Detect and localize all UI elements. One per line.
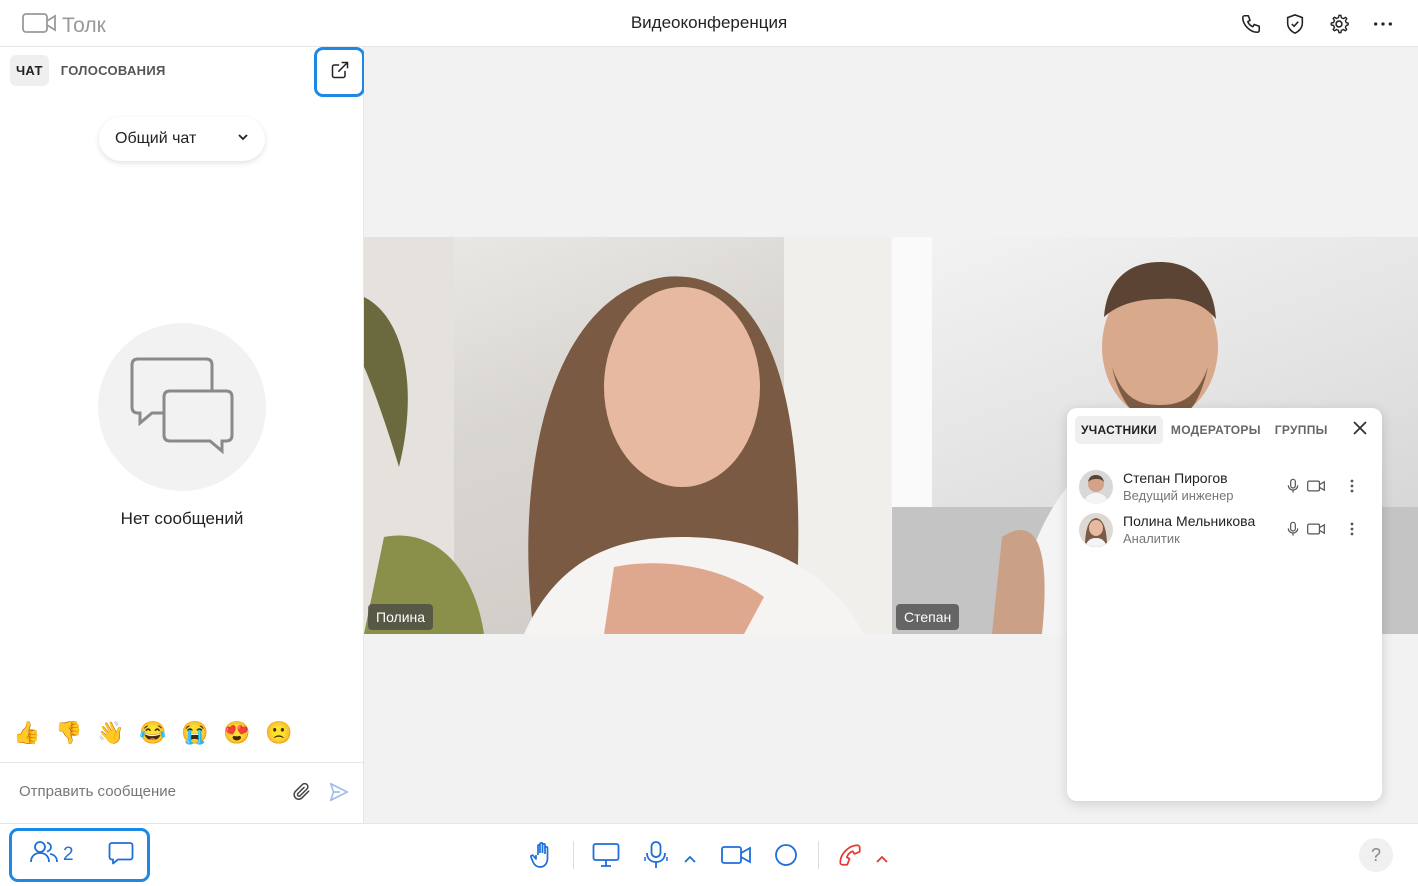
gear-icon[interactable] xyxy=(1326,11,1352,37)
video-feed-polina xyxy=(364,237,891,634)
phone-icon[interactable] xyxy=(1238,11,1264,37)
chat-select-dropdown[interactable]: Общий чат xyxy=(99,117,265,161)
participants-button[interactable]: 2 xyxy=(30,840,74,870)
video-name-tag: Степан xyxy=(896,604,960,630)
video-name-tag: Полина xyxy=(368,604,434,630)
more-vertical-icon[interactable] xyxy=(1349,521,1355,542)
screen-share-icon[interactable] xyxy=(592,842,620,873)
users-icon xyxy=(30,840,58,870)
empty-chat-illustration xyxy=(98,323,266,491)
close-icon[interactable] xyxy=(1352,420,1368,441)
tab-polls[interactable]: ГОЛОСОВАНИЯ xyxy=(55,55,172,86)
emoji-sad[interactable]: 🙁 xyxy=(265,719,292,747)
emoji-heart-eyes[interactable]: 😍 xyxy=(223,719,250,747)
chevron-up-icon[interactable] xyxy=(876,850,888,868)
record-icon[interactable] xyxy=(774,843,798,872)
message-input[interactable] xyxy=(19,783,279,800)
participant-row[interactable]: Степан Пирогов Ведущий инженер xyxy=(1079,467,1369,507)
microphone-icon[interactable] xyxy=(643,840,669,875)
paperclip-icon[interactable] xyxy=(292,782,312,807)
quick-reactions: 👍 👎 👋 😂 😭 😍 🙁 xyxy=(13,719,292,747)
chat-select-value: Общий чат xyxy=(115,130,197,147)
emoji-laugh[interactable]: 😂 xyxy=(139,719,166,747)
chat-sidebar: ЧАТ ГОЛОСОВАНИЯ Общий чат Нет сообщений … xyxy=(0,47,365,823)
separator xyxy=(573,841,574,869)
emoji-thumbs-up[interactable]: 👍 xyxy=(13,719,40,747)
participant-row[interactable]: Полина Мельникова Аналитик xyxy=(1079,510,1369,550)
participants-panel: УЧАСТНИКИ МОДЕРАТОРЫ ГРУППЫ Степан Пирог… xyxy=(1067,408,1382,801)
send-icon[interactable] xyxy=(328,781,350,808)
separator xyxy=(818,841,819,869)
more-horizontal-icon[interactable] xyxy=(1370,11,1396,37)
video-tile-polina[interactable]: Полина xyxy=(364,237,891,634)
chevron-up-icon[interactable] xyxy=(684,850,696,868)
external-link-icon xyxy=(330,60,350,85)
participants-count: 2 xyxy=(63,844,74,865)
top-bar: Толк Видеоконференция xyxy=(0,0,1418,47)
panel-toggles: 2 xyxy=(9,828,150,882)
chat-bubbles-icon xyxy=(130,355,234,460)
camera-icon[interactable] xyxy=(1307,478,1325,499)
message-composer xyxy=(0,762,364,823)
tab-participants[interactable]: УЧАСТНИКИ xyxy=(1075,416,1163,444)
microphone-icon[interactable] xyxy=(1285,521,1301,542)
participant-role: Аналитик xyxy=(1123,531,1180,546)
participant-role: Ведущий инженер xyxy=(1123,488,1234,503)
avatar xyxy=(1079,513,1113,547)
bottom-toolbar: 2 ? xyxy=(0,823,1418,886)
microphone-icon[interactable] xyxy=(1285,478,1301,499)
more-vertical-icon[interactable] xyxy=(1349,478,1355,499)
camera-icon[interactable] xyxy=(721,844,751,871)
hang-up-icon[interactable] xyxy=(836,842,864,873)
raise-hand-icon[interactable] xyxy=(530,841,556,874)
participant-name: Степан Пирогов xyxy=(1123,470,1228,486)
avatar xyxy=(1079,470,1113,504)
help-button[interactable]: ? xyxy=(1359,838,1393,872)
chevron-down-icon xyxy=(237,130,249,148)
page-title: Видеоконференция xyxy=(630,13,788,32)
camera-icon[interactable] xyxy=(1307,521,1325,542)
emoji-wave[interactable]: 👋 xyxy=(97,719,124,747)
shield-check-icon[interactable] xyxy=(1282,11,1308,37)
emoji-cry[interactable]: 😭 xyxy=(181,719,208,747)
tab-groups[interactable]: ГРУППЫ xyxy=(1269,416,1334,444)
tab-moderators[interactable]: МОДЕРАТОРЫ xyxy=(1165,416,1267,444)
chat-icon[interactable] xyxy=(108,841,134,870)
tab-chat[interactable]: ЧАТ xyxy=(10,55,49,86)
participant-name: Полина Мельникова xyxy=(1123,513,1256,529)
emoji-thumbs-down[interactable]: 👎 xyxy=(55,719,82,747)
empty-chat-text: Нет сообщений xyxy=(120,509,244,528)
popout-chat-button[interactable] xyxy=(314,47,365,97)
